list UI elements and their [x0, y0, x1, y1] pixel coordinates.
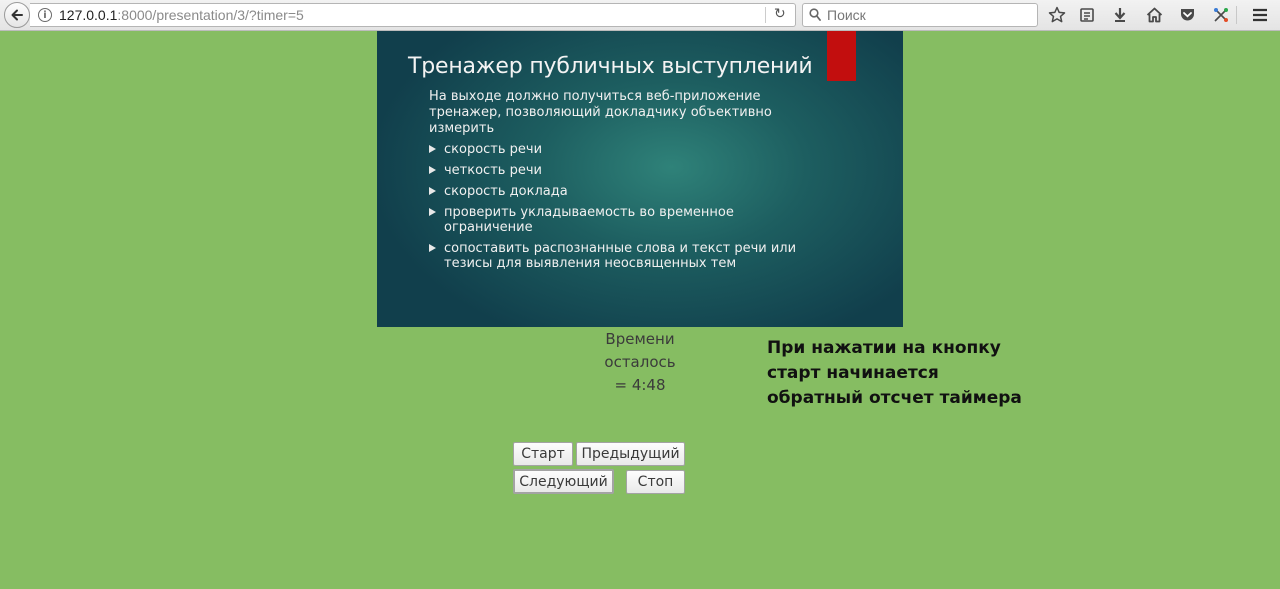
slide-accent-bar [827, 31, 856, 81]
download-icon[interactable] [1108, 3, 1132, 27]
annotation-line1: При нажатии на кнопку [767, 338, 1001, 358]
presentation-slide: Тренажер публичных выступлений На выходе… [377, 31, 903, 327]
timer-display: Времени осталось = 4:48 [590, 328, 690, 397]
timer-label-line1: Времени [605, 330, 675, 348]
reading-list-icon[interactable] [1075, 3, 1099, 27]
next-button[interactable]: Следующий [513, 469, 614, 494]
toolbar-divider [1236, 6, 1237, 24]
back-arrow-icon [11, 9, 23, 21]
slide-bullet: сопоставить распознанные слова и текст р… [429, 241, 814, 271]
home-icon[interactable] [1142, 3, 1166, 27]
bullet-arrow-icon [429, 244, 436, 252]
bullet-arrow-icon [429, 187, 436, 195]
slide-bullet: проверить укладываемость во временное ог… [429, 205, 744, 235]
slide-bullet: скорость речи [429, 142, 829, 157]
timer-value: = 4:48 [614, 376, 666, 394]
stop-button[interactable]: Стоп [626, 470, 685, 494]
bullet-arrow-icon [429, 166, 436, 174]
slide-bullet: скорость доклада [429, 184, 829, 199]
slide-bullet-list: скорость речи четкость речи скорость док… [429, 142, 829, 277]
url-path: :8000/presentation/3/?timer=5 [117, 7, 304, 23]
back-button[interactable] [4, 2, 30, 28]
annotation-line3: обратный отсчет таймера [767, 388, 1022, 408]
timer-label-line2: осталось [604, 353, 676, 371]
extension-icon[interactable] [1209, 3, 1233, 27]
start-button[interactable]: Старт [513, 442, 573, 466]
pocket-icon[interactable] [1175, 3, 1199, 27]
slide-bullet-text: скорость речи [444, 142, 543, 157]
search-icon [809, 8, 821, 21]
slide-bullet-text: четкость речи [444, 163, 542, 178]
annotation-line2: старт начинается [767, 363, 939, 383]
slide-title: Тренажер публичных выступлений [408, 54, 813, 79]
menu-icon[interactable] [1248, 3, 1272, 27]
slide-bullet-text: сопоставить распознанные слова и текст р… [444, 241, 797, 271]
url-divider [765, 7, 766, 23]
reload-icon[interactable]: ↻ [774, 6, 786, 22]
slide-bullet-text: проверить укладываемость во временное ог… [444, 205, 734, 235]
slide-intro-text: На выходе должно получиться веб-приложен… [429, 89, 772, 136]
url-text[interactable]: 127.0.0.1:8000/presentation/3/?timer=5 [59, 7, 304, 23]
slide-bullet: четкость речи [429, 163, 829, 178]
info-icon[interactable]: i [38, 8, 52, 22]
search-bar[interactable]: Поиск [802, 3, 1038, 27]
slide-bullet-text: скорость доклада [444, 184, 568, 199]
search-input[interactable]: Поиск [827, 7, 866, 23]
bullet-arrow-icon [429, 208, 436, 216]
browser-toolbar: i 127.0.0.1:8000/presentation/3/?timer=5… [0, 0, 1280, 31]
previous-button[interactable]: Предыдущий [576, 442, 685, 466]
bookmark-star-icon[interactable] [1045, 3, 1069, 27]
url-bar[interactable]: i 127.0.0.1:8000/presentation/3/?timer=5… [30, 3, 796, 27]
bullet-arrow-icon [429, 145, 436, 153]
url-host: 127.0.0.1 [59, 7, 118, 23]
annotation-caption: При нажатии на кнопку старт начинается о… [767, 336, 1067, 411]
